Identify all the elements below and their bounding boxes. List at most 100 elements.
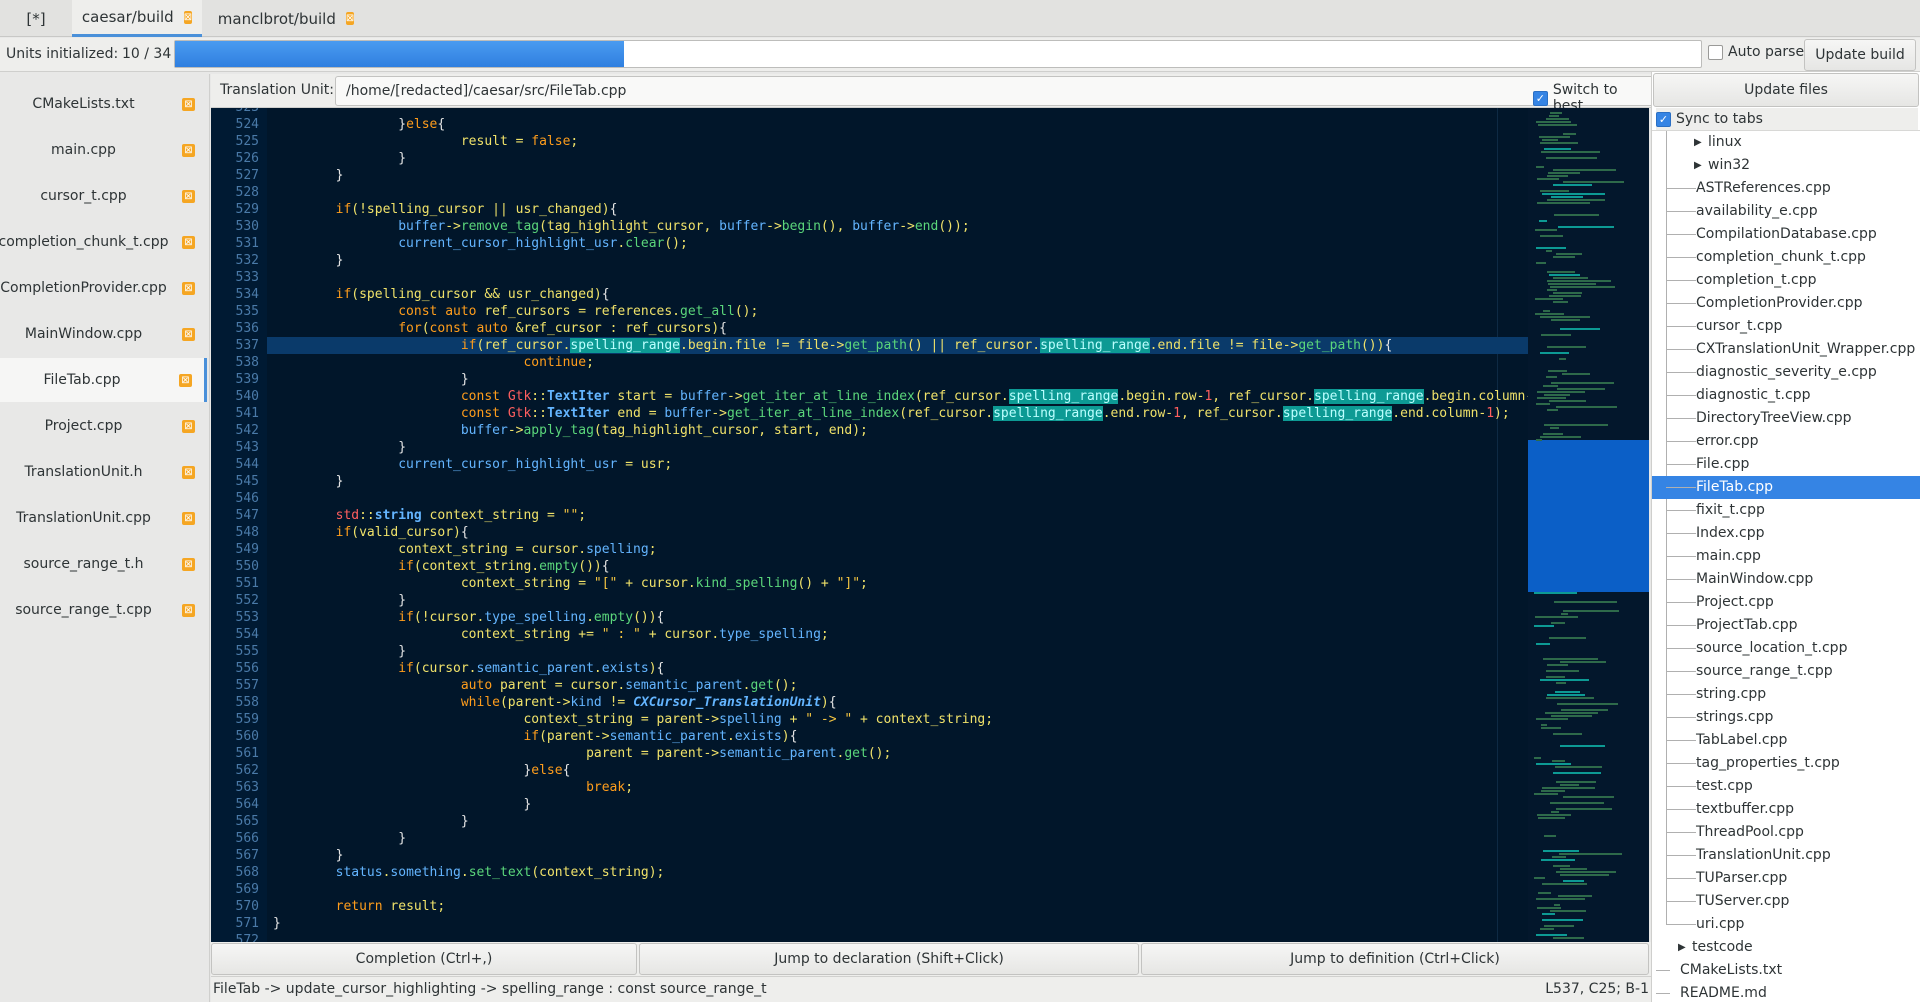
tree-file[interactable]: availability_e.cpp xyxy=(1652,200,1920,223)
minimap-stroke xyxy=(1553,865,1570,867)
close-tab-icon[interactable]: ⊠ xyxy=(179,374,192,387)
project-tab[interactable]: manclbrot/build ⊠ xyxy=(208,0,364,37)
tree-file[interactable]: File.cpp xyxy=(1652,453,1920,476)
minimap-stroke xyxy=(1543,850,1579,852)
auto-parse-checkbox[interactable]: Auto parse xyxy=(1708,44,1804,60)
code-line: context_string = "[" + cursor.kind_spell… xyxy=(273,576,868,591)
tree-file[interactable]: TabLabel.cpp xyxy=(1652,729,1920,752)
close-tab-icon[interactable]: ⊠ xyxy=(182,144,195,157)
close-tab-icon[interactable]: ⊠ xyxy=(345,12,355,25)
tree-file[interactable]: Index.cpp xyxy=(1652,522,1920,545)
tree-file[interactable]: ThreadPool.cpp xyxy=(1652,821,1920,844)
file-tab[interactable]: Project.cpp ⊠ xyxy=(0,404,207,448)
jump-to-definition-button[interactable]: Jump to definition (Ctrl+Click) xyxy=(1141,943,1649,975)
file-tab[interactable]: source_range_t.h ⊠ xyxy=(0,542,207,586)
file-tab[interactable]: MainWindow.cpp ⊠ xyxy=(0,312,207,356)
minimap-stroke xyxy=(1547,346,1586,348)
code-text-area[interactable]: }else{ result = false; } } if(!spelling_… xyxy=(267,108,1528,942)
tree-file[interactable]: Project.cpp xyxy=(1652,591,1920,614)
jump-to-declaration-button[interactable]: Jump to declaration (Shift+Click) xyxy=(639,943,1139,975)
tree-file[interactable]: TUParser.cpp xyxy=(1652,867,1920,890)
tree-file[interactable]: strings.cpp xyxy=(1652,706,1920,729)
tree-file[interactable]: CMakeLists.txt xyxy=(1652,959,1920,982)
close-tab-icon[interactable]: ⊠ xyxy=(182,466,195,479)
minimap-stroke xyxy=(1545,712,1598,714)
tree-guide-line xyxy=(1656,993,1670,994)
minimap-stroke xyxy=(1553,256,1575,258)
sync-to-tabs-checkbox[interactable]: ✓ Sync to tabs xyxy=(1656,108,1918,130)
switch-to-best-check-icon[interactable]: ✓ xyxy=(1533,90,1548,106)
tree-file[interactable]: string.cpp xyxy=(1652,683,1920,706)
project-tab[interactable]: caesar/build ⊠ xyxy=(72,0,202,37)
code-editor[interactable]: 523524 525 526 527 528 529 530 531 532 533 534 535 5… xyxy=(211,108,1528,942)
close-tab-icon[interactable]: ⊠ xyxy=(182,420,195,433)
auto-parse-check-icon[interactable] xyxy=(1708,44,1723,60)
tree-file[interactable]: ASTReferences.cpp xyxy=(1652,177,1920,200)
close-tab-icon[interactable]: ⊠ xyxy=(182,604,195,617)
minimap-viewport[interactable] xyxy=(1528,440,1649,592)
expand-arrow-icon[interactable]: ▶ xyxy=(1694,131,1702,154)
close-tab-icon[interactable]: ⊠ xyxy=(182,558,195,571)
sync-to-tabs-check-icon[interactable]: ✓ xyxy=(1656,111,1671,127)
tree-file[interactable]: fixit_t.cpp xyxy=(1652,499,1920,522)
file-tab[interactable]: CMakeLists.txt ⊠ xyxy=(0,82,207,126)
tree-file[interactable]: TranslationUnit.cpp xyxy=(1652,844,1920,867)
tree-file[interactable]: DirectoryTreeView.cpp xyxy=(1652,407,1920,430)
tree-file[interactable]: completion_t.cpp xyxy=(1652,269,1920,292)
file-tab[interactable]: completion_chunk_t.cpp ⊠ xyxy=(0,220,207,264)
close-tab-icon[interactable]: ⊠ xyxy=(182,328,195,341)
completion-button[interactable]: Completion (Ctrl+,) xyxy=(211,943,637,975)
tree-file[interactable]: ProjectTab.cpp xyxy=(1652,614,1920,637)
tree-folder[interactable]: ▶ testcode xyxy=(1652,936,1920,959)
close-tab-icon[interactable]: ⊠ xyxy=(182,190,195,203)
tree-file[interactable]: tag_properties_t.cpp xyxy=(1652,752,1920,775)
translation-unit-combo[interactable]: /home/[redacted]/caesar/src/FileTab.cpp … xyxy=(335,76,1739,106)
tree-item-label: ASTReferences.cpp xyxy=(1696,180,1831,196)
tree-file[interactable]: test.cpp xyxy=(1652,775,1920,798)
expand-arrow-icon[interactable]: ▶ xyxy=(1678,936,1686,959)
file-tab[interactable]: TranslationUnit.h ⊠ xyxy=(0,450,207,494)
minimap-stroke xyxy=(1553,277,1588,279)
file-tab[interactable]: main.cpp ⊠ xyxy=(0,128,207,172)
close-tab-icon[interactable]: ⊠ xyxy=(182,282,195,295)
tree-file[interactable]: diagnostic_severity_e.cpp xyxy=(1652,361,1920,384)
tree-file[interactable]: CompletionProvider.cpp xyxy=(1652,292,1920,315)
tree-file[interactable]: textbuffer.cpp xyxy=(1652,798,1920,821)
file-tab[interactable]: CompletionProvider.cpp ⊠ xyxy=(0,266,207,310)
close-tab-icon[interactable]: ⊠ xyxy=(182,512,195,525)
update-files-button[interactable]: Update files xyxy=(1653,73,1919,107)
tree-file[interactable]: error.cpp xyxy=(1652,430,1920,453)
tree-file[interactable]: CompilationDatabase.cpp xyxy=(1652,223,1920,246)
tree-folder[interactable]: ▶ linux xyxy=(1652,131,1920,154)
tree-file[interactable]: README.md xyxy=(1652,982,1920,1002)
code-line: auto parent = cursor.semantic_parent.get… xyxy=(460,678,798,693)
file-tab[interactable]: source_range_t.cpp ⊠ xyxy=(0,588,207,632)
tree-file[interactable]: MainWindow.cpp xyxy=(1652,568,1920,591)
tree-file[interactable]: CXTranslationUnit_Wrapper.cpp xyxy=(1652,338,1920,361)
expand-arrow-icon[interactable]: ▶ xyxy=(1694,154,1702,177)
file-tab[interactable]: TranslationUnit.cpp ⊠ xyxy=(0,496,207,540)
file-tab[interactable]: cursor_t.cpp ⊠ xyxy=(0,174,207,218)
tree-file[interactable]: FileTab.cpp xyxy=(1652,476,1920,499)
code-minimap[interactable] xyxy=(1528,108,1649,942)
tree-file[interactable]: cursor_t.cpp xyxy=(1652,315,1920,338)
tree-file[interactable]: source_range_t.cpp xyxy=(1652,660,1920,683)
tree-file[interactable]: diagnostic_t.cpp xyxy=(1652,384,1920,407)
project-tab[interactable]: [*] xyxy=(8,0,64,37)
tree-folder[interactable]: ▶ win32 xyxy=(1652,154,1920,177)
tree-file[interactable]: main.cpp xyxy=(1652,545,1920,568)
line-number: 542 xyxy=(235,423,259,438)
minimap-stroke xyxy=(1550,112,1562,114)
close-tab-icon[interactable]: ⊠ xyxy=(182,98,195,111)
tree-file[interactable]: completion_chunk_t.cpp xyxy=(1652,246,1920,269)
minimap-stroke xyxy=(1554,904,1560,906)
update-build-button[interactable]: Update build xyxy=(1804,39,1916,71)
tree-file[interactable]: uri.cpp xyxy=(1652,913,1920,936)
close-tab-icon[interactable]: ⊠ xyxy=(183,10,193,24)
minimap-stroke xyxy=(1559,853,1622,855)
file-tab[interactable]: FileTab.cpp ⊠ xyxy=(0,358,207,402)
close-tab-icon[interactable]: ⊠ xyxy=(182,236,195,249)
code-line: result = false; xyxy=(273,134,579,149)
tree-file[interactable]: TUServer.cpp xyxy=(1652,890,1920,913)
tree-file[interactable]: source_location_t.cpp xyxy=(1652,637,1920,660)
